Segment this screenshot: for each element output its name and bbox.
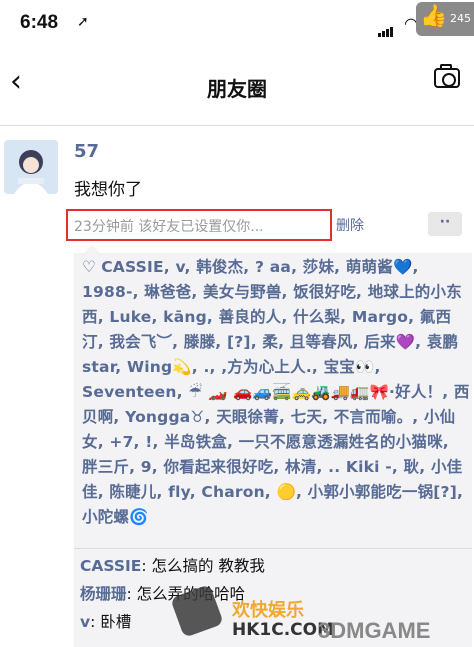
avatar[interactable] xyxy=(4,140,58,194)
signal-icon xyxy=(378,18,394,37)
comment-text: : 卧槽 xyxy=(90,613,132,631)
likes-comments-panel: ♡ CASSIE, v, 韩俊杰, ? aa, 莎妹, 萌萌酱💙, 1988-,… xyxy=(74,245,472,647)
post-meta: 23分钟前 该好友已设置仅你... xyxy=(74,219,264,235)
post-username[interactable]: 57 xyxy=(74,141,99,162)
status-time: 6:48 xyxy=(20,12,59,33)
comment-text: : 怎么搞的 教教我 xyxy=(141,557,265,575)
thumb-count: 245 xyxy=(450,12,471,25)
comment-item[interactable]: CASSIE: 怎么搞的 教教我 xyxy=(80,554,265,576)
more-button[interactable]: ·· xyxy=(428,212,462,236)
thumb-up-icon: 👍 xyxy=(420,4,448,29)
comment-item[interactable]: v: 卧槽 xyxy=(80,610,131,632)
post-content: 我想你了 xyxy=(74,180,142,200)
status-bar: 6:48 ➚ ◠ 👍 245 xyxy=(0,0,474,44)
thumb-badge: 👍 245 xyxy=(416,2,474,36)
page-title: 朋友圈 xyxy=(207,77,267,101)
heart-icon: ♡ xyxy=(82,258,102,276)
likes-list: ♡ CASSIE, v, 韩俊杰, ? aa, 莎妹, 萌萌酱💙, 1988-,… xyxy=(82,255,470,530)
nav-bar: ‹ 朋友圈 xyxy=(0,44,474,126)
camera-icon[interactable] xyxy=(434,64,460,88)
watermark-text: 欢快娱乐 xyxy=(232,600,304,621)
location-arrow-icon: ➚ xyxy=(77,14,89,30)
watermark-brand: 3DMGAME xyxy=(318,618,431,643)
post-meta-highlight: 23分钟前 该好友已设置仅你... xyxy=(66,209,332,241)
delete-link[interactable]: 删除 xyxy=(336,215,364,235)
comment-user[interactable]: CASSIE xyxy=(80,557,141,575)
comment-item[interactable]: 杨珊珊: 怎么弄的哈哈哈 xyxy=(80,582,245,604)
comment-user[interactable]: v xyxy=(80,613,90,631)
likes-names: CASSIE, v, 韩俊杰, ? aa, 莎妹, 萌萌酱💙, 1988-, 琳… xyxy=(82,258,470,526)
comment-user[interactable]: 杨珊珊 xyxy=(80,585,127,603)
divider xyxy=(74,548,472,549)
